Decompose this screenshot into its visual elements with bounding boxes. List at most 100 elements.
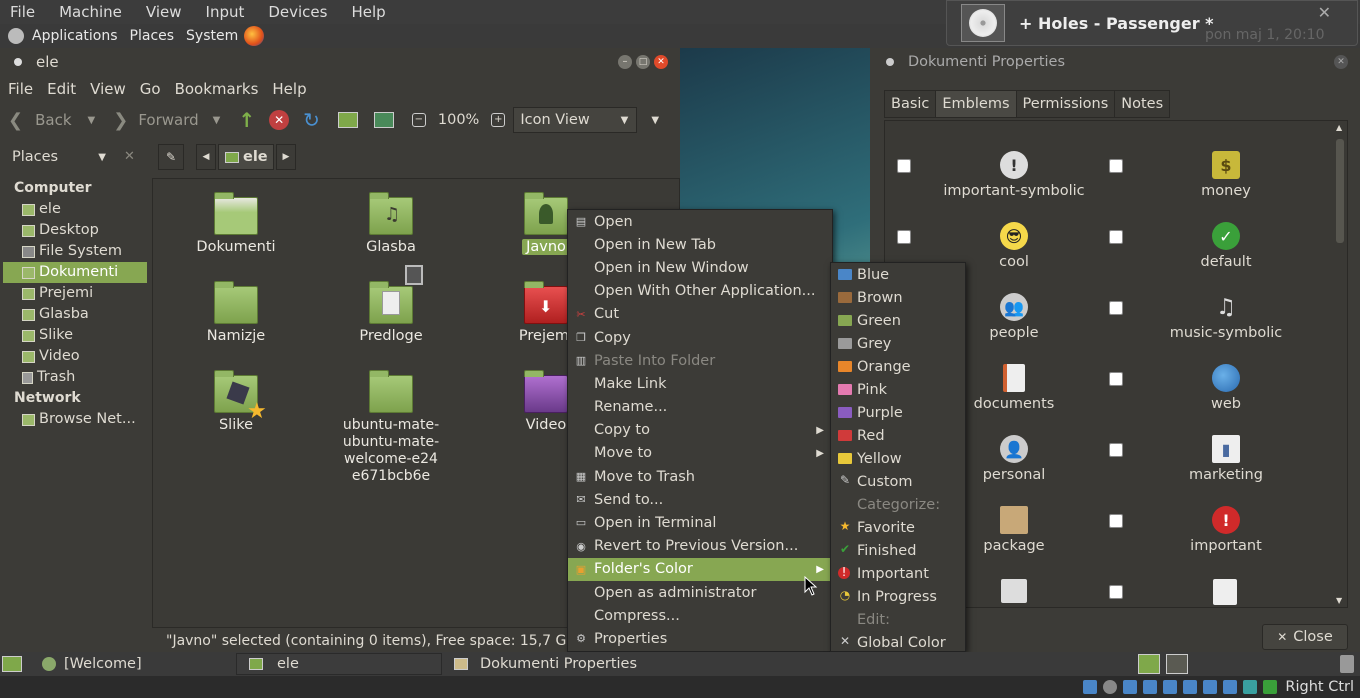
sidebar-item-trash[interactable]: Trash bbox=[0, 367, 150, 388]
menu-item-folder-s-color[interactable]: ▣ Folder's Color ▶ bbox=[568, 557, 832, 581]
tab-notes[interactable]: Notes bbox=[1114, 90, 1171, 118]
vm-menu-file[interactable]: File bbox=[10, 3, 47, 21]
color-item-favorite[interactable]: ★ Favorite bbox=[831, 516, 965, 539]
notification-close-icon[interactable]: ✕ bbox=[1318, 3, 1331, 22]
toolbar-overflow-icon[interactable]: ▼ bbox=[651, 115, 659, 126]
fm-menu-file[interactable]: File bbox=[8, 80, 33, 98]
folder-item-namizje[interactable]: Namizje bbox=[176, 281, 296, 344]
workspace-2-icon[interactable] bbox=[1166, 654, 1188, 674]
tab-permissions[interactable]: Permissions bbox=[1015, 90, 1116, 118]
color-item-global-color[interactable]: ✕ Global Color bbox=[831, 631, 965, 654]
show-desktop-icon[interactable] bbox=[2, 656, 22, 672]
menu-item-make-link[interactable]: Make Link bbox=[568, 372, 832, 395]
edit-location-icon[interactable]: ✎ bbox=[158, 144, 184, 170]
color-item-red[interactable]: Red bbox=[831, 424, 965, 447]
home-icon[interactable] bbox=[337, 112, 358, 128]
emblem-checkbox[interactable] bbox=[1109, 443, 1123, 457]
close-button[interactable]: ✕ bbox=[654, 55, 668, 69]
emblem-checkbox[interactable] bbox=[1109, 230, 1123, 244]
sidebar-item-filesystem[interactable]: File System bbox=[0, 241, 150, 262]
task-welcome[interactable]: [Welcome] bbox=[30, 653, 236, 675]
color-item-grey[interactable]: Grey bbox=[831, 332, 965, 355]
fm-menu-edit[interactable]: Edit bbox=[47, 80, 76, 98]
vm-menu-help[interactable]: Help bbox=[351, 3, 397, 21]
up-arrow-icon[interactable]: ↑ bbox=[238, 108, 255, 132]
emblem-checkbox[interactable] bbox=[1109, 585, 1123, 599]
trash-applet-icon[interactable] bbox=[1340, 655, 1354, 673]
back-button[interactable]: Back bbox=[35, 111, 71, 129]
path-button-ele[interactable]: ele bbox=[218, 144, 274, 170]
emblem-checkbox[interactable] bbox=[897, 159, 911, 173]
color-item-purple[interactable]: Purple bbox=[831, 401, 965, 424]
emblems-scrollbar[interactable]: ▲ ▼ bbox=[1335, 121, 1345, 607]
back-dropdown-icon[interactable]: ▼ bbox=[88, 115, 96, 126]
sidebar-item-dokumenti[interactable]: Dokumenti bbox=[3, 262, 147, 283]
applications-menu[interactable]: Applications bbox=[32, 28, 118, 44]
props-close-icon[interactable]: ✕ bbox=[1334, 55, 1348, 69]
folder-item-glasba[interactable]: ♫ Glasba bbox=[331, 192, 451, 255]
menu-item-move-to[interactable]: Move to ▶ bbox=[568, 442, 832, 465]
color-item-pink[interactable]: Pink bbox=[831, 378, 965, 401]
sidebar-item-video[interactable]: Video bbox=[0, 346, 150, 367]
color-item-custom[interactable]: ✎ Custom bbox=[831, 470, 965, 493]
menu-item-open[interactable]: ▤ Open bbox=[568, 210, 832, 233]
emblem-checkbox[interactable] bbox=[1109, 514, 1123, 528]
fm-menu-help[interactable]: Help bbox=[272, 80, 306, 98]
menu-item-cut[interactable]: ✂ Cut bbox=[568, 303, 832, 326]
sidebar-item-slike[interactable]: Slike bbox=[0, 325, 150, 346]
menu-item-move-to-trash[interactable]: ▦ Move to Trash bbox=[568, 465, 832, 488]
forward-dropdown-icon[interactable]: ▼ bbox=[213, 115, 221, 126]
view-mode-select[interactable]: Icon View ▼ bbox=[513, 107, 638, 133]
tab-basic[interactable]: Basic bbox=[884, 90, 937, 118]
sidebar-type-select[interactable]: Places ▼ bbox=[6, 144, 110, 170]
minimize-button[interactable]: – bbox=[618, 55, 632, 69]
menu-item-copy[interactable]: ❐ Copy bbox=[568, 326, 832, 349]
menu-item-send-to[interactable]: ✉ Send to... bbox=[568, 488, 832, 511]
emblem-checkbox[interactable] bbox=[897, 230, 911, 244]
vm-menu-input[interactable]: Input bbox=[206, 3, 257, 21]
menu-item-open-in-terminal[interactable]: ▭ Open in Terminal bbox=[568, 511, 832, 534]
vm-menu-machine[interactable]: Machine bbox=[59, 3, 134, 21]
color-item-in-progress[interactable]: ◔ In Progress bbox=[831, 585, 965, 608]
fm-menu-view[interactable]: View bbox=[90, 80, 126, 98]
path-right-icon[interactable]: ▶ bbox=[276, 144, 296, 170]
menu-item-revert-to-previous-version[interactable]: ◉ Revert to Previous Version... bbox=[568, 535, 832, 558]
color-item-yellow[interactable]: Yellow bbox=[831, 447, 965, 470]
emblem-checkbox[interactable] bbox=[1109, 159, 1123, 173]
mate-logo-icon[interactable] bbox=[8, 28, 24, 44]
workspace-1-icon[interactable] bbox=[1138, 654, 1160, 674]
fm-menu-bookmarks[interactable]: Bookmarks bbox=[175, 80, 259, 98]
scroll-up-icon[interactable]: ▲ bbox=[1336, 123, 1342, 132]
zoom-in-icon[interactable]: + bbox=[491, 113, 506, 127]
props-close-button[interactable]: ✕ Close bbox=[1262, 624, 1348, 650]
color-item-important[interactable]: ! Important bbox=[831, 562, 965, 585]
color-item-green[interactable]: Green bbox=[831, 309, 965, 332]
menu-item-compress[interactable]: Compress... bbox=[568, 604, 832, 627]
color-item-finished[interactable]: ✔ Finished bbox=[831, 539, 965, 562]
window-menu-icon[interactable] bbox=[886, 58, 894, 66]
reload-icon[interactable]: ↻ bbox=[303, 108, 320, 132]
sidebar-item-glasba[interactable]: Glasba bbox=[0, 304, 150, 325]
folder-item-ubuntu-mate-welcome[interactable]: ubuntu-mate-ubuntu-mate-welcome-e24e671b… bbox=[331, 370, 451, 485]
sidebar-item-desktop[interactable]: Desktop bbox=[0, 220, 150, 241]
task-ele[interactable]: ele bbox=[236, 653, 442, 675]
menu-item-open-in-new-tab[interactable]: Open in New Tab bbox=[568, 233, 832, 256]
folder-item-dokumenti[interactable]: Dokumenti bbox=[176, 192, 296, 255]
places-menu[interactable]: Places bbox=[130, 28, 175, 44]
forward-button[interactable]: Forward bbox=[138, 111, 198, 129]
menu-item-open-in-new-window[interactable]: Open in New Window bbox=[568, 256, 832, 279]
color-item-brown[interactable]: Brown bbox=[831, 286, 965, 309]
window-menu-icon[interactable] bbox=[14, 58, 22, 66]
folder-item-slike[interactable]: Slike bbox=[176, 370, 296, 433]
computer-icon[interactable] bbox=[373, 112, 394, 128]
zoom-out-icon[interactable]: − bbox=[411, 113, 426, 127]
maximize-button[interactable]: □ bbox=[636, 55, 650, 69]
vm-menu-view[interactable]: View bbox=[146, 3, 194, 21]
sidebar-item-ele[interactable]: ele bbox=[0, 199, 150, 220]
color-item-blue[interactable]: Blue bbox=[831, 263, 965, 286]
firefox-icon[interactable] bbox=[244, 26, 265, 46]
menu-item-open-with-other-application[interactable]: Open With Other Application... bbox=[568, 280, 832, 303]
menu-item-copy-to[interactable]: Copy to ▶ bbox=[568, 419, 832, 442]
menu-item-paste-into-folder[interactable]: ▥ Paste Into Folder bbox=[568, 349, 832, 372]
vm-menu-devices[interactable]: Devices bbox=[268, 3, 339, 21]
